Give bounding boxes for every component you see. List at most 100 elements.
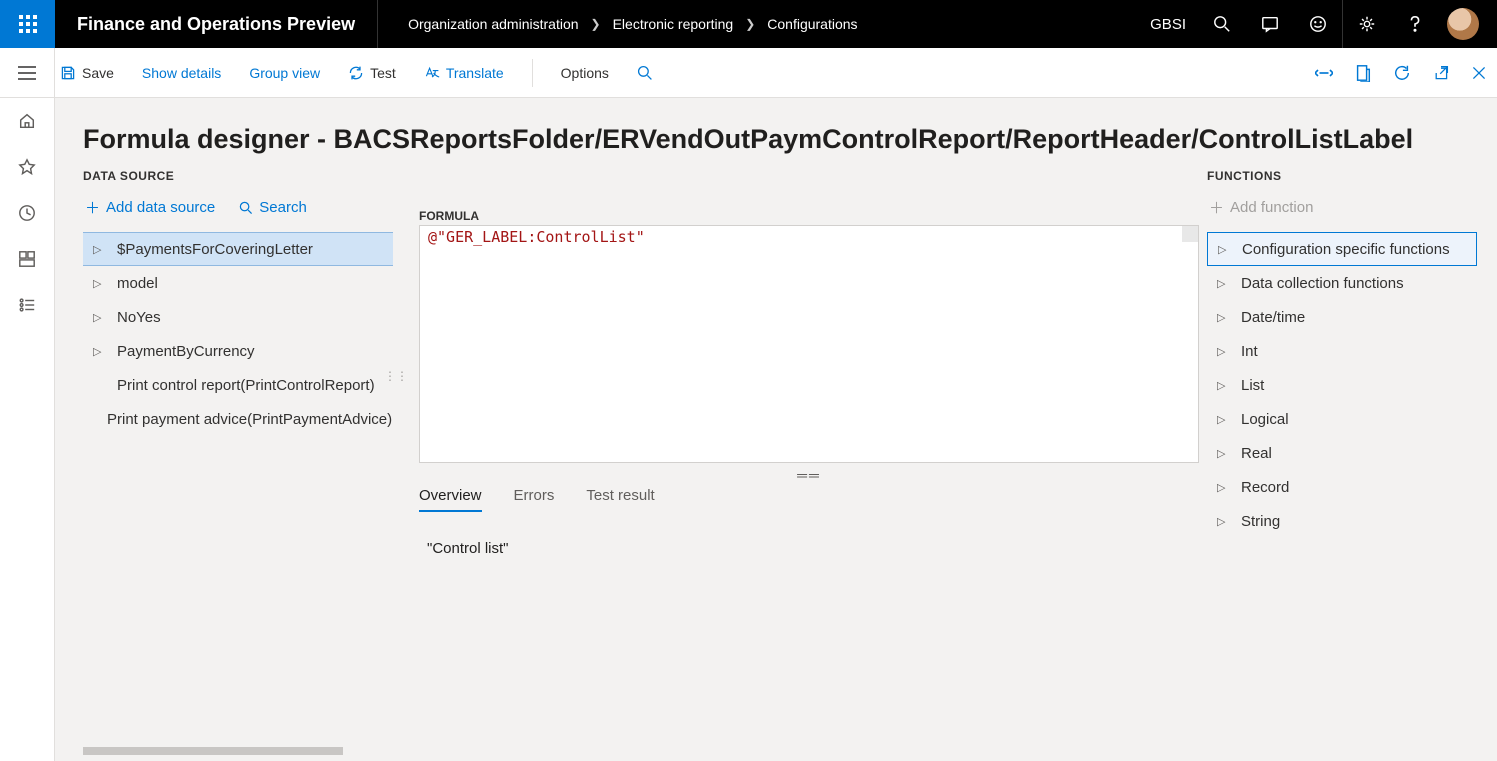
main-content: Formula designer - BACSReportsFolder/ERV… (55, 98, 1497, 761)
gear-icon[interactable] (1343, 0, 1391, 48)
refresh-icon (348, 65, 364, 81)
functions-actions: ＋ Add function (1207, 197, 1477, 218)
expander-icon[interactable]: ▷ (93, 277, 103, 290)
expander-icon[interactable]: ▷ (93, 345, 103, 358)
action-toolbar: Save Show details Group view Test Transl… (0, 48, 1497, 98)
home-icon[interactable] (0, 98, 54, 144)
translate-label: Translate (446, 65, 504, 81)
horizontal-splitter[interactable]: ══ (419, 463, 1199, 487)
tree-item-label: Int (1241, 343, 1258, 360)
datasource-tree-item[interactable]: ▷ NoYes (83, 300, 393, 334)
expander-icon[interactable]: ▷ (93, 243, 103, 256)
formula-panel: FORMULA @"GER_LABEL:ControlList" ══ Over… (399, 169, 1207, 736)
datasource-panel: DATA SOURCE ＋ Add data source Search ▷$P… (83, 169, 393, 736)
breadcrumb: Organization administration ❯ Electronic… (378, 16, 887, 32)
scrollbar-corner (1182, 226, 1198, 242)
expander-icon[interactable]: ▷ (93, 311, 103, 324)
search-datasource-label: Search (259, 199, 307, 216)
tree-item-label: Configuration specific functions (1242, 241, 1450, 258)
tree-item-label: $PaymentsForCoveringLetter (117, 241, 313, 258)
tree-item-label: NoYes (117, 309, 161, 326)
add-function-button: ＋ Add function (1209, 197, 1313, 218)
tree-item-label: PaymentByCurrency (117, 343, 255, 360)
expander-icon[interactable]: ▷ (1217, 413, 1227, 426)
functions-panel: FUNCTIONS ＋ Add function ▷Configuration … (1207, 169, 1497, 736)
test-label: Test (370, 65, 396, 81)
add-datasource-label: Add data source (106, 199, 215, 216)
datasource-tree-item[interactable]: ▷model (83, 266, 393, 300)
plus-icon: ＋ (1209, 197, 1224, 218)
functions-tree-item[interactable]: ▷Record (1207, 470, 1477, 504)
functions-tree-item[interactable]: ▷Real (1207, 436, 1477, 470)
datasource-tree-item[interactable]: Print payment advice(PrintPaymentAdvice) (83, 402, 393, 436)
tree-item-label: List (1241, 377, 1264, 394)
expander-icon[interactable]: ▷ (1217, 481, 1227, 494)
expander-icon[interactable]: ▷ (1217, 447, 1227, 460)
expander-icon[interactable]: ▷ (1217, 311, 1227, 324)
translate-icon (424, 65, 440, 81)
test-button[interactable]: Test (348, 65, 396, 81)
refresh-page-icon[interactable] (1393, 64, 1411, 82)
save-label: Save (82, 65, 114, 81)
tab-errors[interactable]: Errors (514, 487, 555, 512)
result-tabs: Overview Errors Test result (419, 487, 1199, 512)
breadcrumb-item[interactable]: Electronic reporting (613, 16, 734, 32)
page-icon[interactable] (1355, 64, 1371, 82)
formula-editor[interactable]: @"GER_LABEL:ControlList" (419, 225, 1199, 463)
favorites-icon[interactable] (0, 144, 54, 190)
horizontal-scrollbar[interactable] (83, 747, 343, 755)
app-launcher-icon[interactable] (0, 0, 55, 48)
link-icon[interactable] (1315, 66, 1333, 80)
popout-icon[interactable] (1433, 65, 1449, 81)
functions-tree-item[interactable]: ▷ Configuration specific functions (1207, 232, 1477, 266)
datasource-tree-item[interactable]: Print control report(PrintControlReport) (83, 368, 393, 402)
app-header: Finance and Operations Preview Organizat… (0, 0, 1497, 48)
breadcrumb-item[interactable]: Organization administration (408, 16, 578, 32)
group-view-button[interactable]: Group view (249, 65, 320, 81)
company-picker[interactable]: GBSI (1138, 0, 1198, 48)
search-datasource-button[interactable]: Search (239, 197, 307, 218)
functions-tree-item[interactable]: ▷ List (1207, 368, 1477, 402)
functions-tree-item[interactable]: ▷ Data collection functions (1207, 266, 1477, 300)
tree-item-label: Logical (1241, 411, 1289, 428)
search-icon[interactable] (1198, 0, 1246, 48)
save-button[interactable]: Save (60, 65, 114, 81)
formula-text: @"GER_LABEL:ControlList" (428, 228, 645, 246)
functions-tree-item[interactable]: ▷ Logical (1207, 402, 1477, 436)
show-details-button[interactable]: Show details (142, 65, 221, 81)
modules-icon[interactable] (0, 282, 54, 328)
functions-tree-item[interactable]: ▷ Int (1207, 334, 1477, 368)
smile-icon[interactable] (1294, 0, 1342, 48)
chevron-right-icon: ❯ (591, 17, 601, 31)
datasource-actions: ＋ Add data source Search (83, 197, 393, 218)
translate-button[interactable]: Translate (424, 65, 504, 81)
tree-item-label: Date/time (1241, 309, 1305, 326)
expander-icon[interactable]: ▷ (1217, 345, 1227, 358)
app-title: Finance and Operations Preview (55, 0, 378, 48)
user-avatar[interactable] (1439, 0, 1487, 48)
datasource-tree-item[interactable]: ▷ PaymentByCurrency (83, 334, 393, 368)
tree-item-label: Data collection functions (1241, 275, 1404, 292)
search-icon (239, 201, 253, 215)
expander-icon[interactable]: ▷ (1218, 243, 1228, 256)
expander-icon[interactable]: ▷ (1217, 277, 1227, 290)
expander-icon[interactable]: ▷ (1217, 379, 1227, 392)
recent-icon[interactable] (0, 190, 54, 236)
tab-overview[interactable]: Overview (419, 487, 482, 512)
add-datasource-button[interactable]: ＋ Add data source (85, 197, 215, 218)
breadcrumb-item[interactable]: Configurations (767, 16, 857, 32)
messages-icon[interactable] (1246, 0, 1294, 48)
tab-test-result[interactable]: Test result (586, 487, 654, 512)
page-title: Formula designer - BACSReportsFolder/ERV… (83, 124, 1497, 155)
add-function-label: Add function (1230, 199, 1313, 216)
functions-tree-item[interactable]: ▷ Date/time (1207, 300, 1477, 334)
functions-tree-item[interactable]: ▷String (1207, 504, 1477, 538)
workspaces-icon[interactable] (0, 236, 54, 282)
close-icon[interactable] (1471, 65, 1487, 81)
options-button[interactable]: Options (561, 65, 609, 81)
toolbar-search-icon[interactable] (637, 65, 653, 81)
datasource-tree: ▷$PaymentsForCoveringLetter▷model▷NoYes▷… (83, 232, 393, 436)
datasource-tree-item[interactable]: ▷ $PaymentsForCoveringLetter (83, 232, 393, 266)
expander-icon[interactable]: ▷ (1217, 515, 1227, 528)
help-icon[interactable] (1391, 0, 1439, 48)
